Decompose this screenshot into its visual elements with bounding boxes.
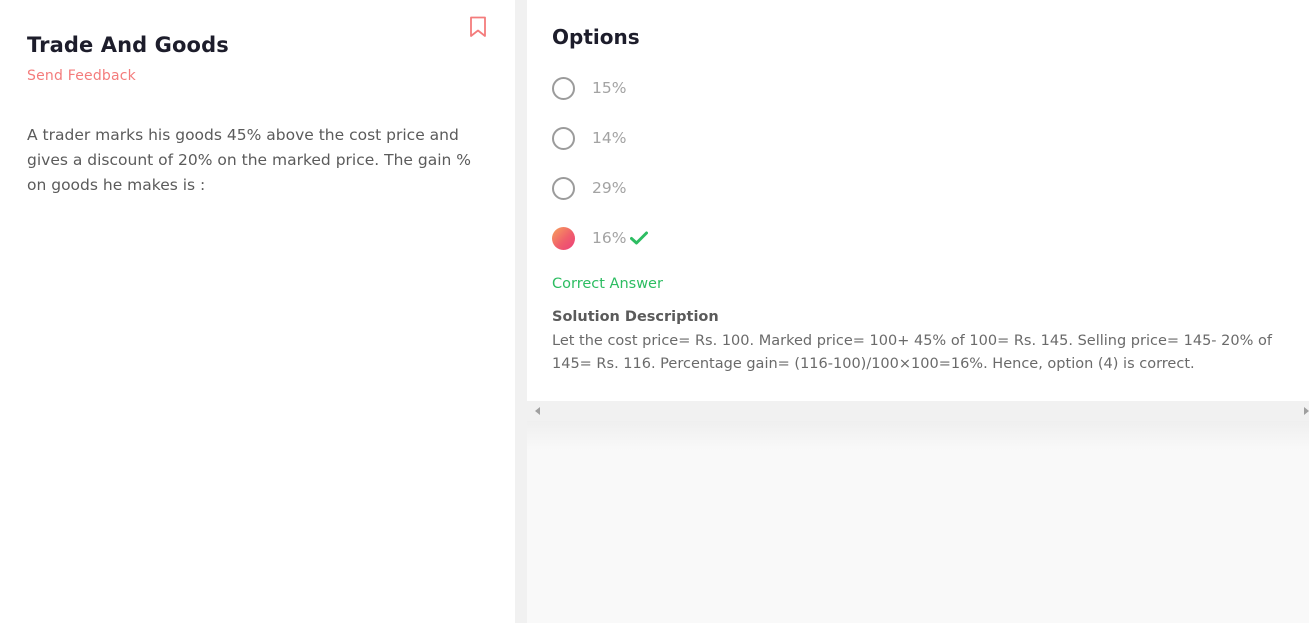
options-heading: Options: [552, 25, 640, 49]
scroll-right-arrow-icon[interactable]: [1304, 407, 1309, 415]
radio-unselected[interactable]: [552, 176, 575, 200]
option-2[interactable]: 14%: [552, 125, 626, 151]
scroll-left-arrow-icon[interactable]: [535, 407, 540, 415]
panel-divider: [515, 0, 527, 623]
radio-unselected[interactable]: [552, 76, 575, 100]
bookmark-icon[interactable]: [469, 16, 487, 38]
radio-unselected[interactable]: [552, 126, 575, 150]
solution-heading: Solution Description: [552, 309, 719, 325]
option-label: 29%: [592, 179, 627, 197]
solution-text: Let the cost price= Rs. 100. Marked pric…: [552, 333, 1272, 372]
options-panel: Options 15% 14% 29% 16% Correct Answer S…: [527, 0, 1309, 401]
empty-content-area: [527, 421, 1309, 623]
question-text: A trader marks his goods 45% above the c…: [27, 126, 472, 194]
option-label: 14%: [592, 129, 627, 147]
quiz-review-page: Trade And Goods Send Feedback A trader m…: [0, 0, 1309, 623]
checkmark-icon: [630, 231, 649, 245]
option-1[interactable]: 15%: [552, 75, 626, 101]
radio-selected[interactable]: [552, 226, 575, 250]
question-panel: Trade And Goods Send Feedback A trader m…: [0, 0, 515, 623]
send-feedback-link[interactable]: Send Feedback: [27, 68, 136, 84]
option-label: 16%: [592, 229, 627, 247]
question-title: Trade And Goods: [27, 33, 229, 57]
option-4[interactable]: 16%: [552, 225, 649, 251]
option-label: 15%: [592, 79, 627, 97]
option-3[interactable]: 29%: [552, 175, 626, 201]
correct-answer-label: Correct Answer: [552, 276, 663, 292]
horizontal-scrollbar[interactable]: [527, 401, 1309, 421]
